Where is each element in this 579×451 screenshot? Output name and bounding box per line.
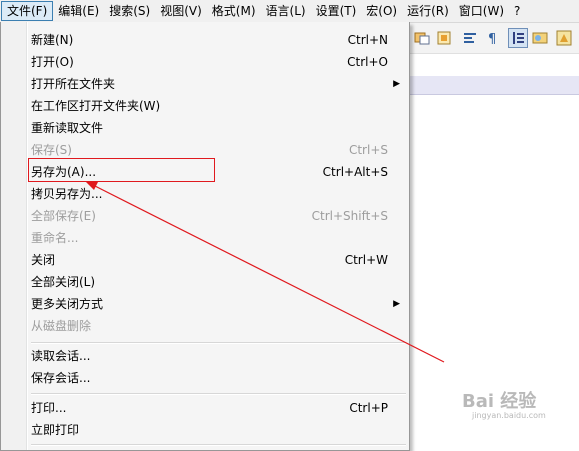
zoom-icon[interactable]	[434, 28, 454, 48]
submenu-arrow-icon: ▶	[393, 79, 400, 89]
menu-item-shortcut: Ctrl+Alt+S	[322, 165, 388, 179]
watermark-brand: Bai 经验	[462, 391, 537, 412]
menu-separator	[31, 393, 406, 395]
menu-item-close[interactable]: 关闭 Ctrl+W	[26, 249, 406, 271]
menu-item-label: 全部关闭(L)	[31, 275, 96, 289]
file-menu-dropdown: 新建(N) Ctrl+N 打开(O) Ctrl+O 打开所在文件夹 ▶ 在工作区…	[0, 22, 410, 451]
menu-item-shortcut: Ctrl+N	[347, 33, 388, 47]
menu-item-shortcut: Ctrl+W	[344, 253, 388, 267]
menu-settings[interactable]: 设置(T)	[311, 1, 362, 21]
function-list-icon[interactable]	[554, 28, 574, 48]
menu-item-label: 立即打印	[31, 423, 80, 437]
menu-item-open[interactable]: 打开(O) Ctrl+O	[26, 51, 406, 73]
menu-window[interactable]: 窗口(W)	[454, 1, 509, 21]
menu-item-print[interactable]: 打印... Ctrl+P	[26, 397, 406, 419]
menu-item-new[interactable]: 新建(N) Ctrl+N	[26, 29, 406, 51]
find-replace-icon[interactable]	[412, 28, 432, 48]
watermark-url: jingyan.baidu.com	[472, 411, 546, 420]
menu-item-label: 重命名...	[31, 231, 79, 245]
menu-item-save-session[interactable]: 保存会话...	[26, 367, 406, 389]
menu-item-load-session[interactable]: 读取会话...	[26, 345, 406, 367]
menu-item-open-folder-workspace[interactable]: 在工作区打开文件夹(W)	[26, 95, 406, 117]
baidu-watermark: Bai 经验 jingyan.baidu.com	[462, 387, 546, 420]
menu-item-print-now[interactable]: 立即打印	[26, 419, 406, 441]
menu-item-save-copy-as[interactable]: 拷贝另存为...	[26, 183, 406, 205]
menu-item-label: 保存会话...	[31, 371, 91, 385]
menu-edit[interactable]: 编辑(E)	[53, 1, 104, 21]
menu-item-label: 拷贝另存为...	[31, 187, 103, 201]
menu-item-label: 读取会话...	[31, 349, 91, 363]
menu-language[interactable]: 语言(L)	[261, 1, 311, 21]
wrap-icon[interactable]	[460, 28, 480, 48]
menu-item-delete-from-disk[interactable]: 从磁盘删除	[26, 315, 406, 337]
menu-item-label: 从磁盘删除	[31, 319, 92, 333]
menu-item-label: 打印...	[31, 401, 67, 415]
menu-icon-gutter	[1, 22, 27, 450]
menu-item-label: 关闭	[31, 253, 56, 267]
menu-item-shortcut: Ctrl+O	[347, 55, 388, 69]
menu-item-open-containing-folder[interactable]: 打开所在文件夹 ▶	[26, 73, 406, 95]
svg-text:¶: ¶	[488, 32, 496, 46]
menu-item-label: 保存(S)	[31, 143, 72, 157]
menu-item-close-more[interactable]: 更多关闭方式 ▶	[26, 293, 406, 315]
menu-item-close-all[interactable]: 全部关闭(L)	[26, 271, 406, 293]
menu-item-shortcut: Ctrl+Shift+S	[311, 209, 388, 223]
menu-separator	[31, 444, 406, 446]
indent-guide-icon[interactable]	[508, 28, 528, 48]
menu-item-save[interactable]: 保存(S) Ctrl+S	[26, 139, 406, 161]
menu-item-reload[interactable]: 重新读取文件	[26, 117, 406, 139]
submenu-arrow-icon: ▶	[393, 299, 400, 309]
menu-item-shortcut: Ctrl+P	[349, 401, 388, 415]
menu-item-save-all[interactable]: 全部保存(E) Ctrl+Shift+S	[26, 205, 406, 227]
menu-search[interactable]: 搜索(S)	[104, 1, 155, 21]
menu-macro[interactable]: 宏(O)	[361, 1, 402, 21]
menu-item-label: 新建(N)	[31, 33, 74, 47]
menu-item-shortcut: Ctrl+S	[348, 143, 388, 157]
menu-run[interactable]: 运行(R)	[402, 1, 454, 21]
menu-help[interactable]: ?	[509, 1, 525, 21]
menu-item-label: 打开(O)	[31, 55, 74, 69]
menu-bar: 文件(F) 编辑(E) 搜索(S) 视图(V) 格式(M) 语言(L) 设置(T…	[0, 0, 579, 23]
menu-file[interactable]: 文件(F)	[1, 1, 54, 21]
show-symbols-icon[interactable]: ¶	[482, 28, 502, 48]
menu-item-label: 更多关闭方式	[31, 297, 104, 311]
menu-item-label: 全部保存(E)	[31, 209, 96, 223]
doc-map-icon[interactable]	[530, 28, 550, 48]
menu-item-rename[interactable]: 重命名...	[26, 227, 406, 249]
menu-view[interactable]: 视图(V)	[155, 1, 207, 21]
menu-item-label: 另存为(A)...	[31, 165, 97, 179]
menu-item-label: 重新读取文件	[31, 121, 104, 135]
menu-separator	[31, 342, 406, 344]
menu-format[interactable]: 格式(M)	[207, 1, 261, 21]
menu-item-label: 在工作区打开文件夹(W)	[31, 99, 161, 113]
menu-item-save-as[interactable]: 另存为(A)... Ctrl+Alt+S	[26, 161, 406, 183]
menu-item-label: 打开所在文件夹	[31, 77, 116, 91]
